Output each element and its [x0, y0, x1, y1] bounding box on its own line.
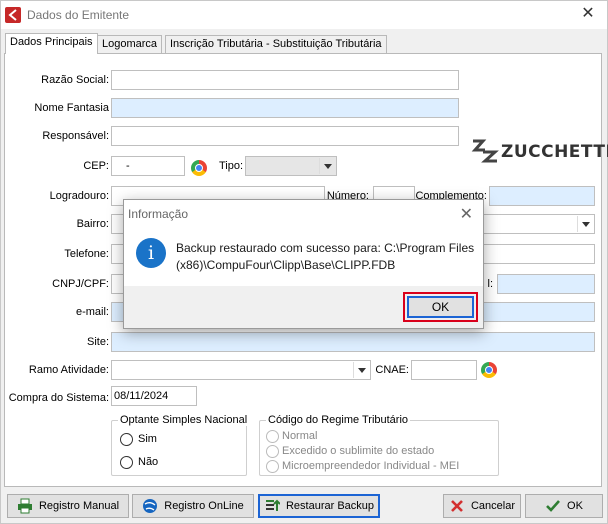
partial-label: l: [487, 278, 494, 290]
ok-label: OK [567, 500, 583, 512]
chevron-down-icon[interactable] [319, 158, 335, 174]
chevron-down-icon[interactable] [353, 362, 369, 378]
bairro-label: Bairro: [76, 218, 109, 230]
cnae-input[interactable] [411, 360, 477, 380]
radio-mei-label: Microempreendedor Individual - MEI [282, 460, 460, 472]
cnpj-cpf-label: CNPJ/CPF: [52, 278, 109, 290]
chrome-icon[interactable] [481, 362, 497, 378]
razao-social-input[interactable] [111, 70, 459, 90]
complemento-input[interactable] [489, 186, 595, 206]
restaurar-backup-button[interactable]: Restaurar Backup [258, 494, 380, 518]
logo-text: ZUCCHETTI [501, 142, 608, 162]
radio-mei[interactable] [266, 460, 279, 473]
tab-logomarca[interactable]: Logomarca [97, 35, 163, 53]
email-label: e-mail: [75, 306, 109, 318]
radio-nao[interactable] [120, 456, 133, 469]
title-bar: Dados do Emitente ✕ [1, 1, 607, 29]
inscricao-input[interactable] [497, 274, 595, 294]
radio-normal-label: Normal [282, 430, 318, 442]
simples-nacional-group: Optante Simples Nacional Sim Não [111, 414, 250, 476]
radio-nao-label: Não [138, 456, 159, 468]
logradouro-label: Logradouro: [49, 190, 109, 202]
dialog-body: i Backup restaurado com sucesso para: C:… [124, 228, 483, 286]
information-dialog: Informação ✕ i Backup restaurado com suc… [123, 199, 484, 329]
printer-icon [17, 498, 33, 514]
close-icon[interactable]: ✕ [460, 204, 473, 224]
checkmark-icon [545, 498, 561, 514]
dialog-ok-button[interactable]: OK [407, 296, 474, 318]
globe-icon [142, 498, 158, 514]
dialog-title-bar: Informação ✕ [124, 200, 483, 228]
ok-button[interactable]: OK [525, 494, 603, 518]
zucchetti-logo: ZUCCHETTI [471, 138, 608, 164]
radio-sim[interactable] [120, 433, 133, 446]
cancel-x-icon [449, 498, 465, 514]
registro-online-button[interactable]: Registro OnLine [132, 494, 254, 518]
dialog-title: Informação [128, 207, 189, 221]
compra-sistema-label: Compra do Sistema: [8, 392, 109, 404]
zucchetti-mark-icon [471, 139, 499, 163]
restaurar-backup-label: Restaurar Backup [285, 500, 375, 512]
cep-input[interactable]: - [111, 156, 185, 176]
regime-tributario-title: Código do Regime Tributário [266, 414, 411, 426]
registro-online-label: Registro OnLine [164, 500, 244, 512]
responsavel-label: Responsável: [42, 130, 109, 142]
registro-manual-button[interactable]: Registro Manual [7, 494, 129, 518]
dialog-message: Backup restaurado com sucesso para: C:\P… [176, 241, 475, 272]
responsavel-input[interactable] [111, 126, 459, 146]
tipo-label: Tipo: [218, 160, 243, 172]
close-icon[interactable]: ✕ [579, 5, 597, 23]
cancel-button[interactable]: Cancelar [443, 494, 521, 518]
tab-inscricao-tributaria[interactable]: Inscrição Tributária - Substituição Trib… [165, 35, 387, 53]
ok-highlight-box: OK [403, 292, 478, 322]
nome-fantasia-input[interactable] [111, 98, 459, 118]
regime-tributario-group: Código do Regime Tributário Normal Exced… [259, 414, 499, 476]
tipo-select[interactable] [245, 156, 337, 176]
nome-fantasia-label: Nome Fantasia [34, 102, 109, 114]
chrome-icon[interactable] [191, 160, 207, 176]
window-title: Dados do Emitente [27, 8, 130, 22]
compra-sistema-input[interactable]: 08/11/2024 [111, 386, 197, 406]
registro-manual-label: Registro Manual [38, 500, 120, 512]
tab-dados-principais[interactable]: Dados Principais [5, 33, 98, 54]
telefone-label: Telefone: [64, 248, 109, 260]
razao-social-label: Razão Social: [41, 74, 109, 86]
radio-excedido[interactable] [266, 445, 279, 458]
ramo-atividade-label: Ramo Atividade: [28, 364, 109, 376]
restore-icon [264, 498, 281, 514]
chevron-down-icon[interactable] [577, 216, 593, 232]
app-logo-icon [5, 7, 21, 23]
cep-label: CEP: [83, 160, 109, 172]
site-input[interactable] [111, 332, 595, 352]
cnae-label: CNAE: [375, 364, 409, 376]
simples-nacional-title: Optante Simples Nacional [118, 414, 250, 426]
radio-sim-label: Sim [138, 433, 157, 445]
cancel-label: Cancelar [470, 500, 516, 512]
info-icon: i [136, 238, 166, 268]
radio-excedido-label: Excedido o sublimite do estado [282, 445, 435, 457]
ramo-atividade-select[interactable] [111, 360, 371, 380]
site-label: Site: [86, 336, 109, 348]
radio-normal[interactable] [266, 430, 279, 443]
